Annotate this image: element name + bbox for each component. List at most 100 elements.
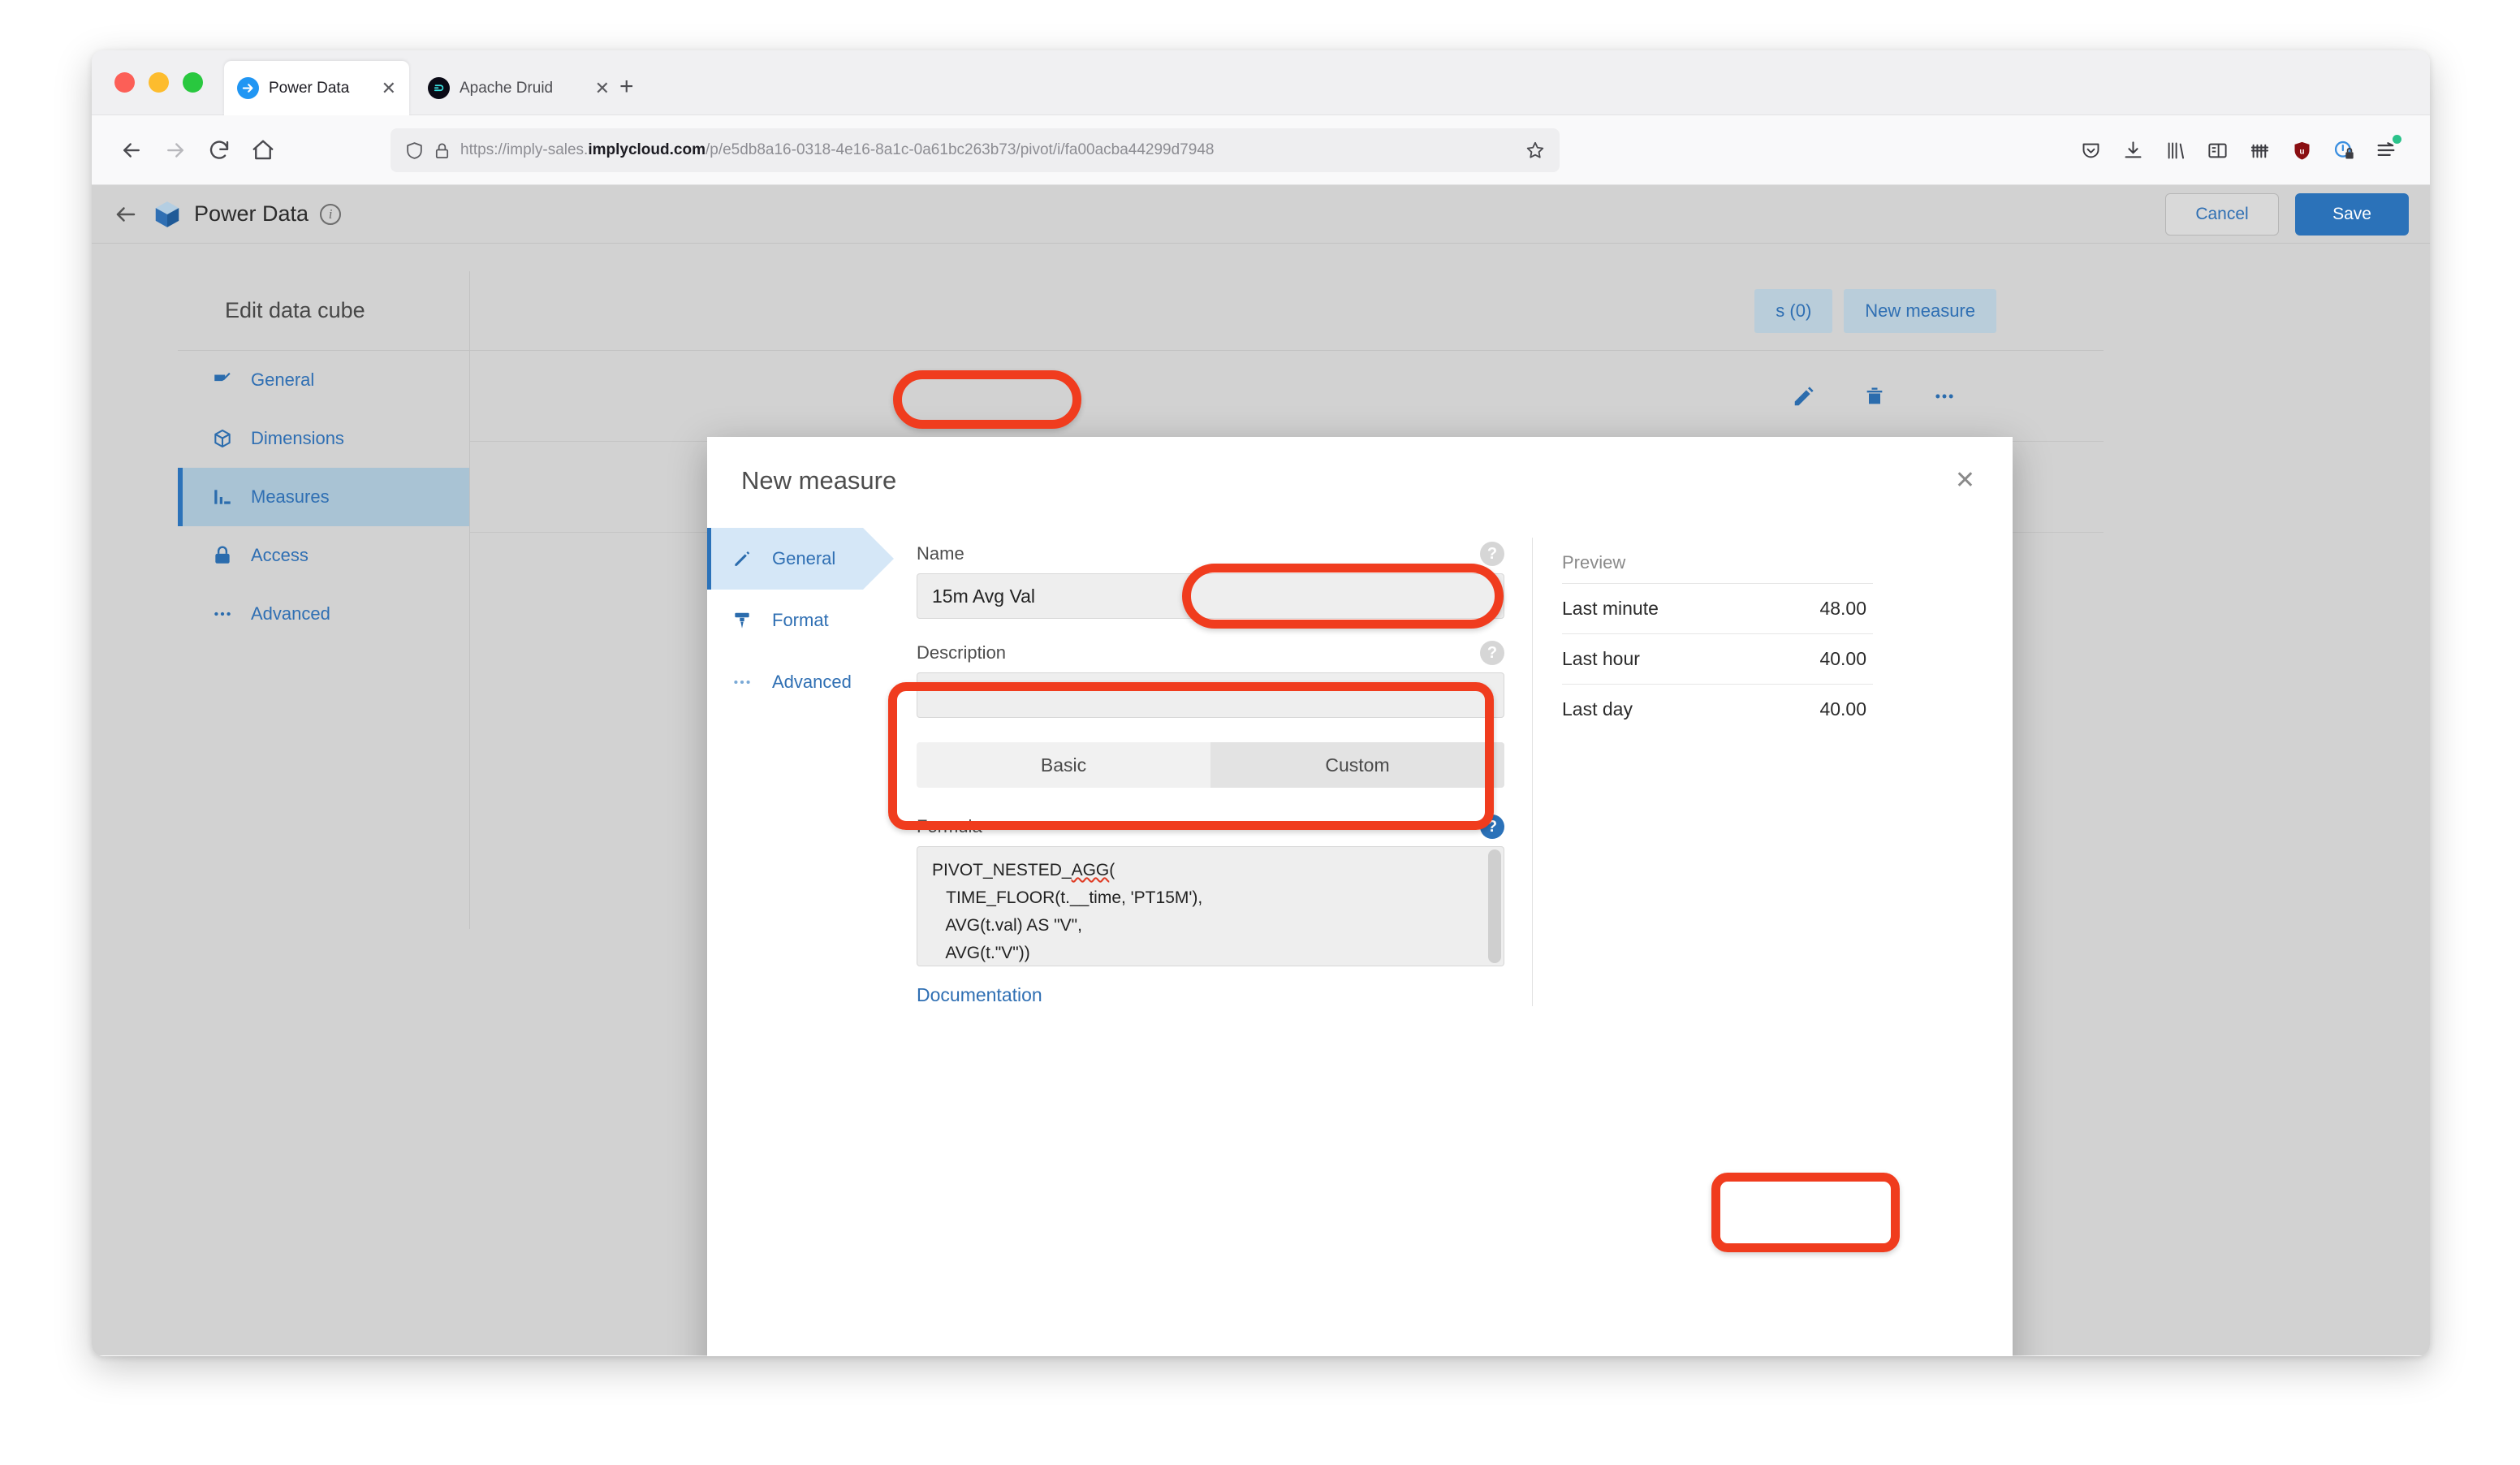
sidebar-item-label: Access	[251, 545, 309, 565]
save-button[interactable]: Save	[2295, 192, 2409, 236]
power-data-favicon	[237, 77, 259, 99]
preview-label: Last minute	[1562, 598, 1659, 619]
tab-power-data[interactable]: Power Data ✕	[224, 61, 409, 115]
description-input[interactable]	[917, 672, 1504, 718]
formula-line-1-suffix: (	[1109, 861, 1115, 879]
formula-line-4: AVG(t."V"))	[932, 944, 1030, 962]
close-tab-icon[interactable]: ✕	[382, 79, 396, 97]
more-ellipsis-icon[interactable]	[1933, 385, 1956, 408]
sidebar-item-access[interactable]: Access	[178, 526, 469, 585]
documentation-link[interactable]: Documentation	[917, 984, 1504, 1006]
data-cube-icon	[152, 199, 183, 230]
help-question-icon[interactable]: ?	[1480, 542, 1504, 566]
preview-panel: Preview Last minute 48.00 Last hour 40.0…	[1532, 538, 1873, 1006]
ellipsis-icon	[728, 672, 756, 693]
app-page: Power Data i Cancel Save Edit data cube …	[92, 185, 2430, 1356]
window-controls	[114, 72, 203, 93]
formula-scrollbar[interactable]	[1488, 849, 1501, 963]
dimensions-cube-icon	[210, 428, 235, 449]
sidebar-icon[interactable]	[2196, 130, 2238, 171]
description-label: Description	[917, 642, 1007, 663]
new-measure-dialog: New measure ✕ General Format Advanced Na…	[707, 437, 2013, 1356]
navigation-buttons	[110, 130, 285, 171]
tab-strip: Power Data ✕ Apache Druid ✕ +	[92, 50, 2430, 115]
partial-filter-button[interactable]: s (0)	[1754, 288, 1833, 333]
measure-form: Name ? 15m Avg Val Description ? Basic C…	[863, 525, 2013, 1356]
reload-icon[interactable]	[197, 130, 241, 171]
general-edit-icon	[210, 369, 235, 391]
svg-text:u: u	[2299, 147, 2304, 156]
preview-label: Last hour	[1562, 648, 1640, 669]
containers-icon[interactable]	[2238, 130, 2281, 171]
account-lock-icon[interactable]	[2323, 130, 2365, 171]
browser-toolbar-icons: u	[2069, 130, 2407, 171]
sidebar-item-label: Dimensions	[251, 428, 344, 448]
formula-line-3: AVG(t.val) AS "V",	[932, 916, 1082, 935]
sidebar-item-general[interactable]: General	[178, 351, 469, 409]
sidebar-item-measures[interactable]: Measures	[178, 468, 469, 526]
formula-label-row: Formula ?	[917, 810, 1504, 843]
new-tab-button[interactable]: +	[619, 75, 634, 99]
app-menu-icon[interactable]	[2365, 130, 2407, 171]
tab-format[interactable]: Format	[707, 590, 863, 651]
help-question-icon[interactable]: ?	[1480, 641, 1504, 665]
page-body: Edit data cube General Dimensions Measur…	[92, 244, 2430, 1356]
info-icon[interactable]: i	[320, 203, 342, 225]
dialog-tab-list: General Format Advanced	[707, 525, 894, 1356]
url-bar[interactable]: https://imply-sales.implycloud.com/p/e5d…	[391, 128, 1560, 172]
preview-row-last-minute: Last minute 48.00	[1562, 583, 1873, 633]
preview-row-last-day: Last day 40.00	[1562, 684, 1873, 734]
preview-value: 48.00	[1819, 598, 1866, 619]
tab-title: Apache Druid	[460, 79, 554, 97]
table-row[interactable]	[470, 351, 2104, 442]
url-prefix: https://imply-sales.	[460, 141, 589, 158]
library-icon[interactable]	[2154, 130, 2196, 171]
close-icon[interactable]: ✕	[1947, 464, 1983, 498]
tab-general[interactable]: General	[707, 528, 894, 590]
dialog-body: General Format Advanced Name ? 15m Avg V…	[707, 525, 2013, 1356]
browser-window: Power Data ✕ Apache Druid ✕ + https://im…	[92, 50, 2430, 1356]
cancel-button[interactable]: Cancel	[2165, 192, 2279, 236]
new-measure-button[interactable]: New measure	[1844, 288, 1996, 333]
measure-mode-toggle: Basic Custom	[917, 742, 1504, 788]
bookmark-star-icon[interactable]	[1521, 140, 1550, 161]
name-label-row: Name ?	[917, 538, 1504, 570]
lock-icon[interactable]	[428, 141, 455, 160]
edit-pencil-icon[interactable]	[1792, 384, 1816, 408]
home-icon[interactable]	[241, 130, 285, 171]
dialog-header: New measure ✕	[707, 437, 2013, 525]
page-title: Power Data	[194, 201, 309, 226]
minimize-window-button[interactable]	[149, 72, 169, 93]
forward-icon[interactable]	[153, 130, 197, 171]
tab-label: General	[772, 548, 836, 568]
maximize-window-button[interactable]	[183, 72, 203, 93]
shield-icon[interactable]	[400, 140, 428, 161]
measures-toolbar: s (0) New measure	[470, 271, 2104, 351]
app-back-icon[interactable]	[106, 202, 145, 227]
preview-value: 40.00	[1819, 648, 1866, 669]
dialog-title: New measure	[741, 466, 897, 495]
back-icon[interactable]	[110, 130, 153, 171]
sidebar-item-dimensions[interactable]: Dimensions	[178, 409, 469, 468]
custom-mode-option[interactable]: Custom	[1210, 742, 1504, 788]
name-input[interactable]: 15m Avg Val	[917, 573, 1504, 619]
basic-mode-option[interactable]: Basic	[917, 742, 1210, 788]
url-domain: implycloud.com	[588, 141, 706, 158]
ublock-origin-icon[interactable]: u	[2281, 130, 2323, 171]
pencil-icon	[728, 548, 756, 569]
downloads-icon[interactable]	[2112, 130, 2154, 171]
delete-trash-icon[interactable]	[1863, 385, 1886, 408]
sidebar-item-advanced[interactable]: Advanced	[178, 585, 469, 643]
tab-advanced[interactable]: Advanced	[707, 651, 863, 713]
name-label: Name	[917, 543, 964, 564]
preview-title: Preview	[1562, 552, 1626, 573]
description-label-row: Description ?	[917, 637, 1504, 669]
cube-sidebar: Edit data cube General Dimensions Measur…	[178, 271, 470, 929]
url-text[interactable]: https://imply-sales.implycloud.com/p/e5d…	[460, 141, 1521, 159]
formula-input[interactable]: PIVOT_NESTED_AGG( TIME_FLOOR(t.__time, '…	[917, 846, 1504, 966]
tab-apache-druid[interactable]: Apache Druid ✕	[415, 61, 610, 115]
close-window-button[interactable]	[114, 72, 135, 93]
close-tab-icon[interactable]: ✕	[595, 79, 610, 97]
pocket-icon[interactable]	[2069, 130, 2112, 171]
help-question-icon-blue[interactable]: ?	[1480, 815, 1504, 839]
